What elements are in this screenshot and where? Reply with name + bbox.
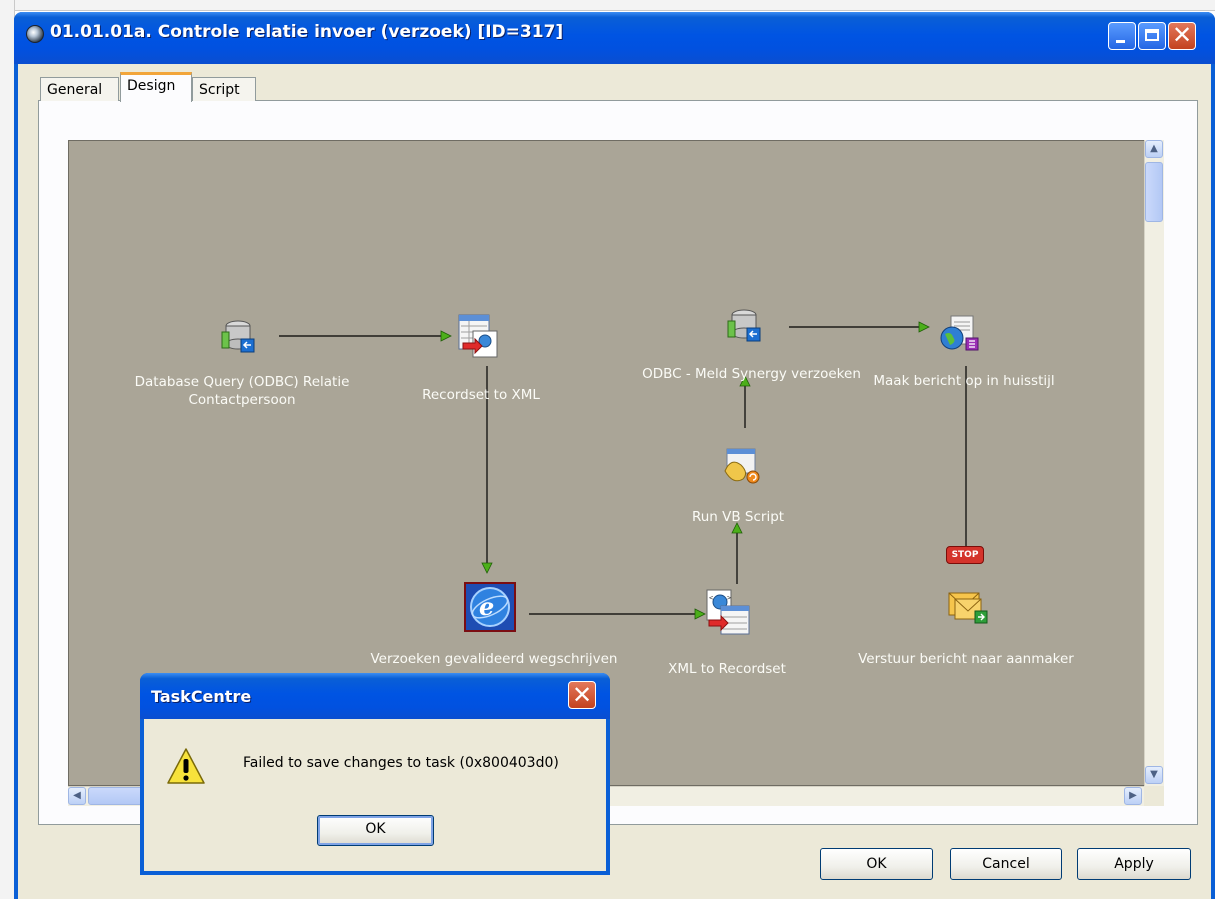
node-label-recordset-to-xml: Recordset to XML — [422, 387, 540, 403]
node-label-db-query-line2: Contactpersoon — [188, 392, 296, 408]
node-label-verstuur: Verstuur bericht naar aanmaker — [858, 651, 1074, 667]
warning-triangle-icon — [167, 748, 205, 784]
vertical-scrollbar[interactable]: ▲ ▼ — [1144, 140, 1164, 786]
tab-design[interactable]: Design — [120, 72, 192, 102]
database-icon — [221, 320, 255, 353]
maximize-icon — [1145, 29, 1159, 41]
xml-to-recordset-icon[interactable]: < > — [705, 588, 751, 636]
recordset-to-xml-icon[interactable] — [457, 313, 501, 361]
node-label-xml-to-recordset: XML to Recordset — [668, 661, 786, 677]
database-query-icon[interactable] — [727, 308, 761, 342]
node-label-odbc-meld: ODBC - Meld Synergy verzoeken — [642, 366, 861, 382]
node-label-maak-bericht: Maak bericht op in huisstijl — [873, 373, 1055, 389]
export-globe-icon: e — [464, 582, 516, 632]
title-bar[interactable]: 01.01.01a. Controle relatie invoer (verz… — [14, 12, 1215, 64]
svg-text:>: > — [727, 594, 731, 602]
script-scroll-icon — [724, 448, 760, 484]
database-query-icon[interactable] — [221, 319, 255, 353]
svg-text:<: < — [709, 594, 713, 602]
minimize-icon — [1116, 40, 1125, 43]
dialog-message: Failed to save changes to task (0x800403… — [243, 755, 559, 771]
app-icon — [26, 25, 44, 43]
connector-icon[interactable]: e — [464, 582, 516, 632]
message-compose-icon[interactable] — [939, 314, 981, 354]
tab-general[interactable]: General — [40, 77, 119, 101]
globe-document-icon — [940, 315, 979, 351]
dialog-close-button[interactable]: ✕ — [568, 681, 596, 709]
vertical-scroll-thumb[interactable] — [1145, 162, 1163, 222]
node-label-run-vb: Run VB Script — [691, 509, 785, 525]
background-toolbar — [0, 0, 1215, 11]
connector-arrowhead — [694, 608, 706, 620]
envelope-icon — [948, 592, 988, 624]
connector-arrowhead — [440, 330, 452, 342]
close-button[interactable]: ✕ — [1168, 21, 1196, 50]
tab-script[interactable]: Script — [192, 77, 256, 101]
minimize-button[interactable] — [1108, 22, 1136, 50]
xml-to-table-icon: < > — [706, 589, 750, 635]
stop-icon[interactable]: STOP — [946, 546, 984, 564]
dialog-client-area: Failed to save changes to task (0x800403… — [144, 719, 606, 871]
close-icon: ✕ — [571, 681, 593, 709]
dialog-title-bar[interactable]: TaskCentre ✕ — [140, 673, 610, 719]
taskcentre-error-dialog: TaskCentre ✕ Failed to save changes to t… — [140, 673, 610, 875]
warning-icon — [166, 747, 206, 787]
connector-arrowhead — [918, 321, 930, 333]
scroll-up-button[interactable]: ▲ — [1145, 140, 1163, 158]
connector-arrowhead — [481, 562, 493, 574]
table-to-xml-icon — [458, 314, 498, 358]
background-sidebar — [0, 0, 15, 899]
scroll-corner — [1144, 786, 1164, 806]
window-title: 01.01.01a. Controle relatie invoer (verz… — [50, 22, 564, 42]
database-icon — [727, 309, 761, 342]
maximize-button[interactable] — [1138, 22, 1166, 50]
node-label-db-query: Database Query (ODBC) Relatie — [134, 374, 350, 390]
scroll-down-button[interactable]: ▼ — [1145, 766, 1163, 784]
svg-text:e: e — [479, 592, 494, 621]
dialog-ok-button[interactable]: OK — [317, 815, 434, 846]
dialog-title: TaskCentre — [151, 687, 252, 706]
node-label-verzoeken: Verzoeken gevalideerd wegschrijven — [370, 651, 618, 667]
cancel-button[interactable]: Cancel — [950, 848, 1062, 880]
ok-button[interactable]: OK — [820, 848, 933, 880]
send-mail-icon[interactable] — [947, 587, 989, 625]
vb-script-icon[interactable] — [723, 447, 763, 485]
close-icon: ✕ — [1172, 21, 1193, 49]
scroll-left-button[interactable]: ◀ — [68, 787, 86, 805]
scroll-right-button[interactable]: ▶ — [1124, 787, 1142, 805]
apply-button[interactable]: Apply — [1077, 848, 1191, 880]
